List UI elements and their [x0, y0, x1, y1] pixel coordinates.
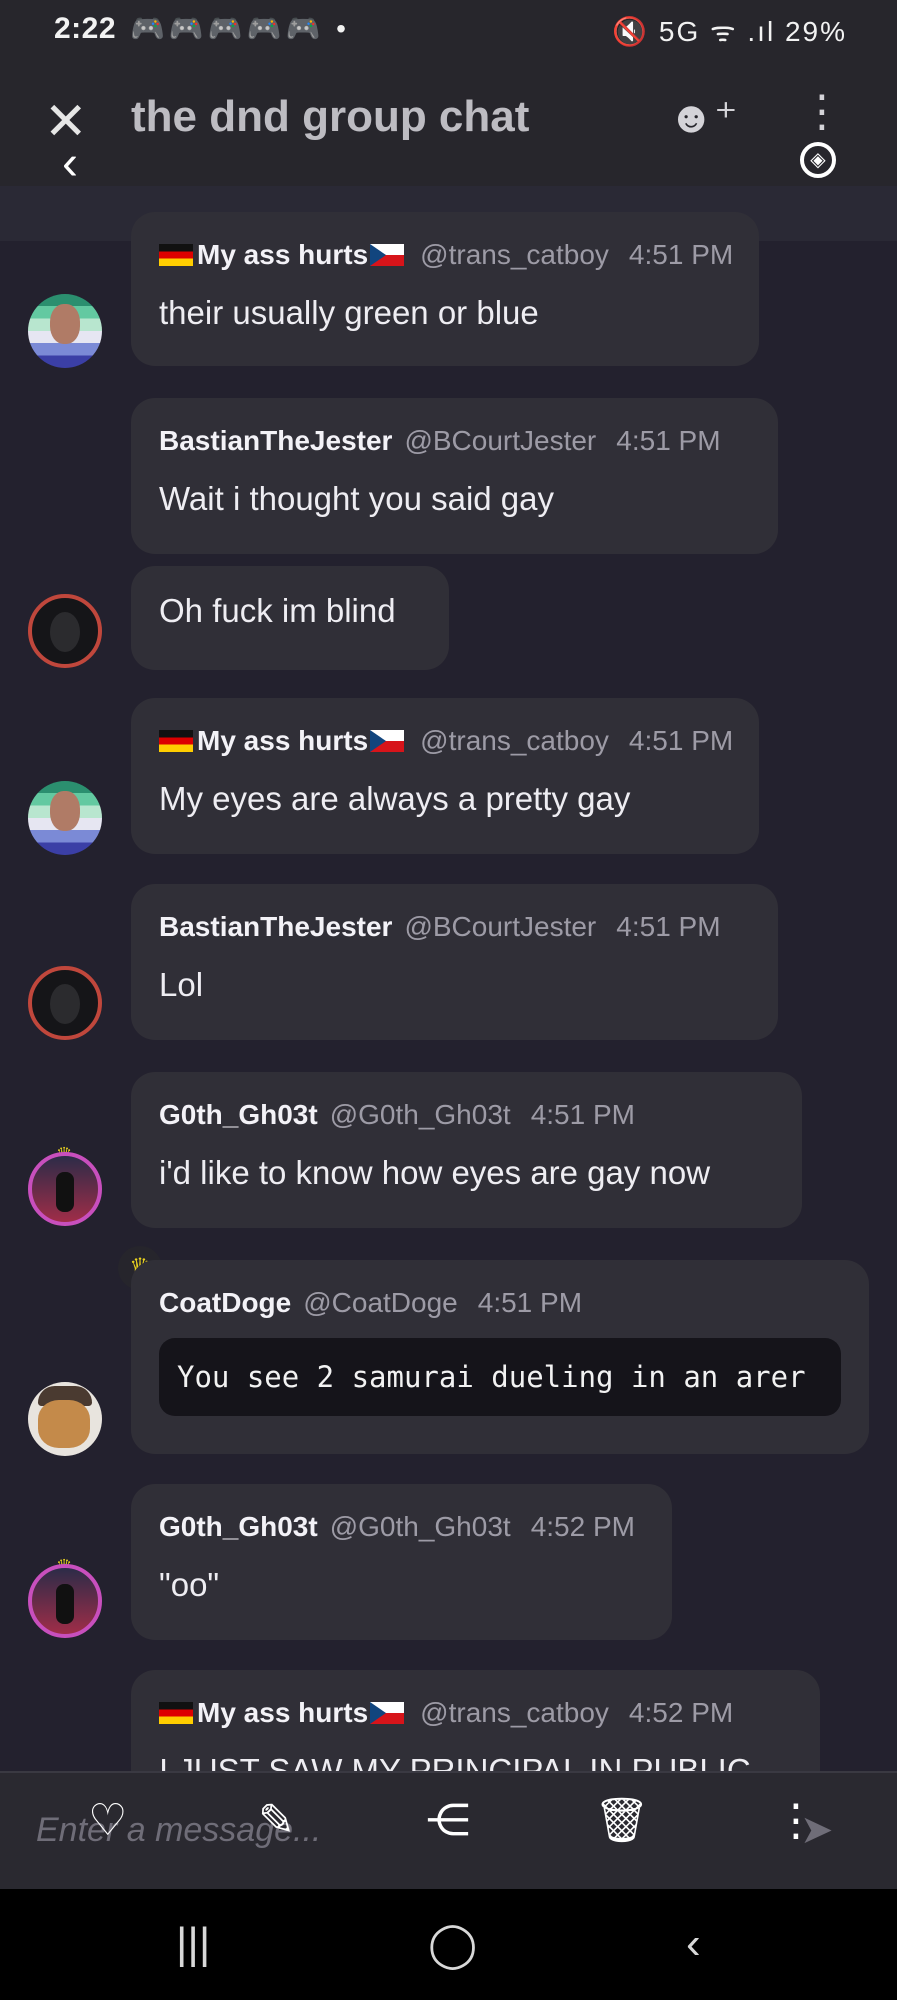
sender-handle: @G0th_Gh03t — [329, 1511, 511, 1542]
chat-title: the dnd group chat — [131, 92, 530, 141]
chat-header: ✕ ‹ the dnd group chat ☻⁺ ⋮ ◈ — [0, 62, 897, 188]
sender-handle: @trans_catboy — [420, 725, 609, 756]
message-time: 4:52 PM — [530, 1511, 635, 1542]
share-icon[interactable]: ⋲ — [426, 1799, 470, 1843]
sender-name[interactable]: My ass hurts — [197, 239, 368, 270]
avatar-face — [50, 984, 80, 1024]
like-icon[interactable]: ♡ — [88, 1799, 127, 1843]
message-list[interactable]: My ass hurts @trans_catboy 4:51 PM their u… — [0, 186, 897, 1771]
message-bubble[interactable]: G0th_Gh03t @G0th_Gh03t 4:52 PM "oo" — [131, 1484, 672, 1640]
message-time: 4:51 PM — [530, 1099, 635, 1130]
sender-name[interactable]: CoatDoge — [159, 1287, 291, 1318]
avatar-face — [56, 1584, 74, 1624]
message-text: their usually green or blue — [159, 294, 539, 331]
avatar[interactable] — [28, 1564, 102, 1638]
sender-name[interactable]: G0th_Gh03t — [159, 1099, 318, 1130]
germany-flag-icon — [159, 244, 193, 266]
message-header: BastianTheJester @BCourtJester 4:51 PM — [159, 424, 750, 458]
germany-flag-icon — [159, 1702, 193, 1724]
edit-icon[interactable]: ✎ — [258, 1799, 295, 1843]
sender-name[interactable]: My ass hurts — [197, 725, 368, 756]
message-bubble[interactable]: My ass hurts @trans_catboy 4:52 PM I JUST … — [131, 1670, 820, 1771]
message-text: My eyes are always a pretty gay — [159, 780, 631, 817]
message-time: 4:51 PM — [616, 425, 721, 456]
sender-handle: @trans_catboy — [420, 239, 609, 270]
message-bubble[interactable]: BastianTheJester @BCourtJester 4:51 PM Wai… — [131, 398, 778, 554]
nav-back-icon[interactable]: ‹ — [686, 1919, 701, 1969]
czech-flag-icon — [370, 244, 405, 266]
sender-name[interactable]: G0th_Gh03t — [159, 1511, 318, 1542]
message-text: Oh fuck im blind — [159, 592, 396, 629]
message-text: i'd like to know how eyes are gay now — [159, 1154, 711, 1191]
avatar[interactable] — [28, 966, 102, 1040]
sender-handle: @trans_catboy — [420, 1697, 609, 1728]
more-options-icon[interactable]: ⋮ — [800, 90, 844, 134]
back-arrow-icon[interactable]: ‹ — [62, 140, 78, 188]
sender-handle: @BCourtJester — [404, 911, 597, 942]
avatar[interactable] — [28, 1382, 102, 1456]
message-time: 4:51 PM — [628, 239, 734, 270]
sender-name[interactable]: BastianTheJester — [159, 911, 392, 942]
sender-name[interactable]: BastianTheJester — [159, 425, 392, 456]
message-header: G0th_Gh03t @G0th_Gh03t 4:52 PM — [159, 1510, 644, 1544]
sender-name[interactable]: My ass hurts — [197, 1697, 368, 1728]
message-bubble[interactable]: Oh fuck im blind — [131, 566, 449, 670]
status-time: 2:22 — [54, 12, 117, 45]
message-header: My ass hurts @trans_catboy 4:52 PM — [159, 1696, 792, 1730]
notification-icons: 🎮🎮🎮🎮🎮 • — [130, 13, 350, 44]
add-member-icon[interactable]: ☻⁺ — [668, 92, 738, 143]
message-time: 4:51 PM — [628, 725, 734, 756]
avatar[interactable] — [28, 781, 102, 855]
message-text: Lol — [159, 966, 204, 1003]
avatar-face — [50, 304, 80, 344]
avatar[interactable] — [28, 1152, 102, 1226]
message-time: 4:51 PM — [477, 1287, 583, 1318]
home-icon[interactable]: ◯ — [428, 1919, 477, 1970]
sender-handle: @CoatDoge — [303, 1287, 458, 1318]
delete-icon[interactable]: 🗑 — [594, 1799, 650, 1843]
message-header: G0th_Gh03t @G0th_Gh03t 4:51 PM — [159, 1098, 774, 1132]
recents-icon[interactable]: ||| — [176, 1919, 210, 1969]
system-status-icons: 🔇 5G ᯤ .ıl 29% — [612, 16, 847, 47]
status-bar: 2:22 🎮🎮🎮🎮🎮 • 🔇 5G ᯤ .ıl 29% — [0, 0, 897, 62]
message-time: 4:52 PM — [628, 1697, 734, 1728]
system-nav-bar: ||| ◯ ‹ — [0, 1889, 897, 2000]
avatar[interactable] — [28, 294, 102, 368]
avatar[interactable] — [28, 594, 102, 668]
message-bubble[interactable]: My ass hurts @trans_catboy 4:51 PM My eyes… — [131, 698, 759, 854]
germany-flag-icon — [159, 730, 193, 752]
message-header: My ass hurts @trans_catboy 4:51 PM — [159, 238, 734, 272]
czech-flag-icon — [370, 1702, 405, 1724]
sender-handle: @BCourtJester — [404, 425, 597, 456]
sender-handle: @G0th_Gh03t — [329, 1099, 511, 1130]
message-header: BastianTheJester @BCourtJester 4:51 PM — [159, 910, 750, 944]
message-header: CoatDoge @CoatDoge 4:51 PM — [159, 1286, 841, 1320]
sync-icon[interactable]: ◈ — [800, 142, 836, 178]
message-bubble[interactable]: My ass hurts @trans_catboy 4:51 PM their u… — [131, 212, 759, 366]
message-bubble[interactable]: CoatDoge @CoatDoge 4:51 PM You see 2 samur… — [131, 1260, 869, 1454]
message-bubble[interactable]: G0th_Gh03t @G0th_Gh03t 4:51 PM i'd like to… — [131, 1072, 802, 1228]
code-block: You see 2 samurai dueling in an arer — [159, 1338, 841, 1416]
more-icon[interactable]: ⋮ — [774, 1799, 818, 1843]
action-bar: ♡ ✎ ⋲ 🗑 ⋮ — [0, 1771, 897, 1889]
message-text: "oo" — [159, 1566, 220, 1603]
avatar-face — [50, 791, 80, 831]
message-text: Wait i thought you said gay — [159, 480, 555, 517]
avatar-face — [38, 1400, 90, 1448]
message-header: My ass hurts @trans_catboy 4:51 PM — [159, 724, 734, 758]
avatar-face — [50, 612, 80, 652]
message-bubble[interactable]: BastianTheJester @BCourtJester 4:51 PM Lol — [131, 884, 778, 1040]
czech-flag-icon — [370, 730, 405, 752]
message-text: I JUST SAW MY PRINCIPAL IN PUBLIC — [159, 1752, 751, 1771]
avatar-face — [56, 1172, 74, 1212]
message-time: 4:51 PM — [616, 911, 721, 942]
